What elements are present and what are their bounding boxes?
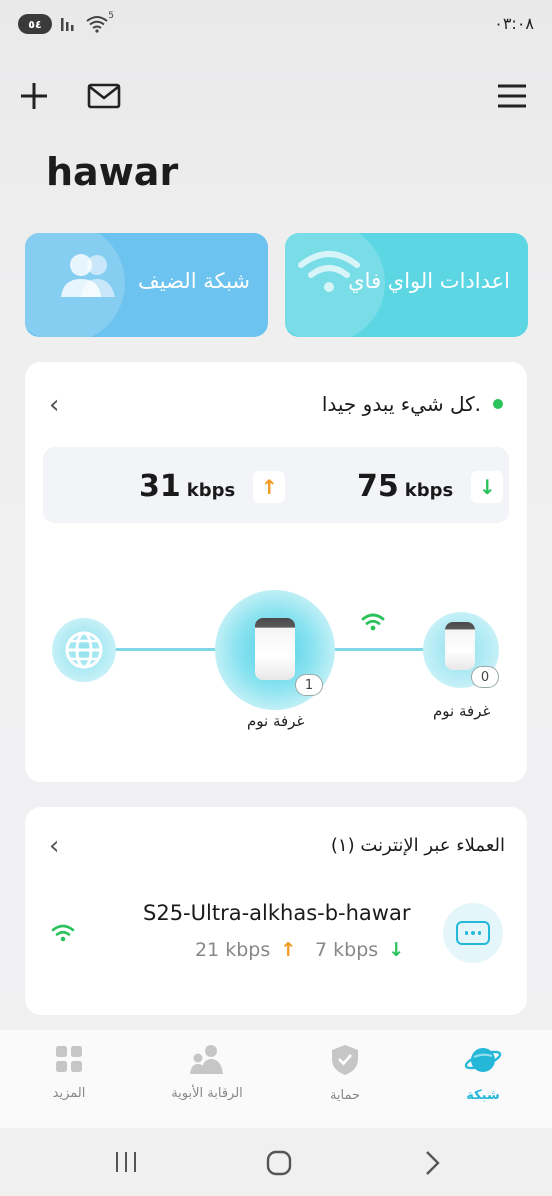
guests-icon <box>61 254 115 297</box>
upload-speed: 31 kbps ↑ <box>139 469 286 504</box>
status-bar: ٥٤ 5 ٠٣:٠٨ <box>0 0 552 50</box>
messages-button[interactable] <box>86 78 122 114</box>
main-node-label: غرفة نوم <box>247 712 305 730</box>
menu-button[interactable] <box>494 78 530 114</box>
back-icon[interactable] <box>422 1150 442 1176</box>
upload-arrow-icon: ↑ <box>253 470 286 503</box>
planet-icon <box>464 1048 502 1072</box>
online-clients-card: ‹ العملاء عبر الإنترنت (١) S25-Ultra-alk… <box>25 807 527 1015</box>
main-node-client-count: 1 <box>295 674 323 696</box>
wifi-band-badge: 5 <box>108 11 114 21</box>
satellite-client-count: 0 <box>471 666 499 688</box>
network-status-row[interactable]: كل شيء يبدو جيدا. <box>322 392 503 416</box>
plus-icon <box>21 83 47 109</box>
network-status-message: كل شيء يبدو جيدا. <box>321 392 481 416</box>
nav-network-label: شبكة <box>466 1088 500 1103</box>
shield-icon <box>332 1045 358 1075</box>
download-speed-value: 75 <box>357 469 399 504</box>
internet-node[interactable] <box>52 618 116 682</box>
upload-speed-value: 31 <box>139 469 181 504</box>
wifi-settings-card[interactable]: اعدادات الواي فاي <box>285 233 528 337</box>
guest-network-card[interactable]: شبكة الضيف <box>25 233 268 337</box>
client-upload-value: 21 kbps <box>195 939 271 961</box>
nav-network[interactable]: شبكة <box>428 1044 538 1103</box>
globe-icon <box>65 631 103 669</box>
router-device-icon <box>255 618 295 680</box>
nav-parental-controls[interactable]: الرقابة الأبوية <box>152 1044 262 1101</box>
mail-icon <box>87 83 121 109</box>
grid-icon <box>56 1046 82 1072</box>
nav-more[interactable]: المزيد <box>14 1044 124 1101</box>
status-icons: ٥٤ 5 <box>18 11 114 34</box>
home-icon[interactable] <box>266 1150 292 1176</box>
menu-icon <box>498 84 526 108</box>
bottom-navigation: المزيد الرقابة الأبوية حماية شبكة <box>0 1030 552 1128</box>
nav-more-label: المزيد <box>52 1086 86 1101</box>
recent-apps-icon[interactable] <box>114 1150 138 1174</box>
mesh-link-line <box>325 648 425 651</box>
wifi-signal-icon <box>361 613 385 631</box>
chevron-left-icon[interactable]: ‹ <box>49 831 59 861</box>
battery-indicator: ٥٤ <box>18 14 52 34</box>
download-arrow-icon: ↓ <box>471 470 504 503</box>
client-download-value: 7 kbps <box>315 939 379 961</box>
client-device-name[interactable]: S25-Ultra-alkhas-b-hawar <box>143 901 410 925</box>
nav-parental-label: الرقابة الأبوية <box>171 1086 243 1101</box>
family-icon <box>190 1045 223 1074</box>
main-router-node[interactable]: 1 <box>215 590 335 710</box>
upload-speed-unit: kbps <box>186 480 236 501</box>
status-ok-dot <box>493 399 503 409</box>
device-more-icon <box>456 921 490 945</box>
status-time: ٠٣:٠٨ <box>494 14 534 33</box>
wifi-status-icon: 5 <box>86 11 114 33</box>
chevron-left-icon[interactable]: ‹ <box>49 390 59 420</box>
satellite-node-label: غرفة نوم <box>433 702 491 720</box>
client-device-type-button[interactable] <box>443 903 503 963</box>
nav-security[interactable]: حماية <box>290 1044 400 1103</box>
satellite-device-icon <box>445 622 475 670</box>
system-navigation-bar <box>0 1128 552 1196</box>
upload-arrow-icon: ↑ <box>280 939 297 961</box>
download-speed: 75 kbps ↓ <box>357 469 504 504</box>
client-wifi-signal-icon <box>51 924 75 942</box>
nav-security-label: حماية <box>329 1088 361 1103</box>
signal-icon <box>61 18 74 31</box>
download-speed-unit: kbps <box>404 480 454 501</box>
download-arrow-icon: ↓ <box>388 939 405 961</box>
satellite-node[interactable]: 0 <box>423 612 499 688</box>
online-clients-title[interactable]: العملاء عبر الإنترنت (١) <box>331 835 505 856</box>
client-upload-speed: 21 kbps ↑ <box>195 939 296 961</box>
wifi-settings-label: اعدادات الواي فاي <box>348 269 510 293</box>
add-button[interactable] <box>16 78 52 114</box>
client-download-speed: 7 kbps ↓ <box>315 939 404 961</box>
guest-network-label: شبكة الضيف <box>138 269 250 293</box>
speed-summary: 31 kbps ↑ 75 kbps ↓ <box>43 447 509 523</box>
network-name-title: hawar <box>46 150 179 194</box>
network-status-card: ‹ كل شيء يبدو جيدا. 31 kbps ↑ 75 kbps ↓ … <box>25 362 527 782</box>
